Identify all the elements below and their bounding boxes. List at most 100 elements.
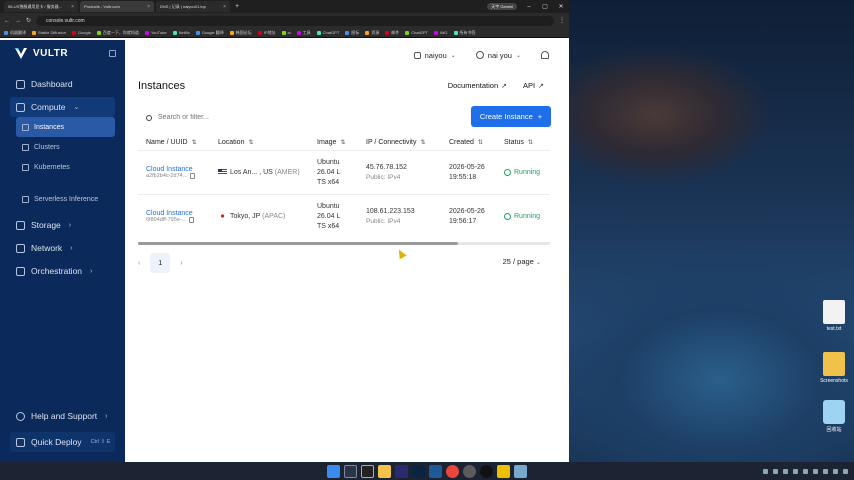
quick-deploy-label: Quick Deploy [31,437,82,447]
bookmark-item[interactable]: Stable Diffusion [32,30,66,35]
desktop-folder-icon[interactable]: Screenshots [814,352,854,384]
bookmark-item[interactable]: 百度一下，你就知道 [96,30,139,36]
sidebar-item-network[interactable]: Network › [10,238,115,258]
copy-icon[interactable] [189,217,195,223]
sidebar-item-dashboard[interactable]: Dashboard [10,74,115,94]
bookmark-item[interactable]: ai [281,30,291,35]
search-input[interactable] [158,114,358,121]
quick-deploy-button[interactable]: Quick Deploy Ctrl ⇧ E [10,432,115,452]
maximize-icon[interactable]: ▢ [537,3,553,10]
task-view-icon[interactable] [361,464,374,478]
sidebar-item-compute[interactable]: Compute ⌄ [10,97,115,117]
close-icon[interactable]: × [223,4,226,10]
close-window-icon[interactable]: ✕ [553,3,569,10]
bell-icon[interactable] [541,51,549,59]
profile-badge[interactable]: 天宇 Gemini [487,3,517,10]
search-taskbar-icon[interactable] [344,464,357,478]
tray-icon[interactable] [833,468,838,474]
browser-tab-active[interactable]: Products - Vultr.com × [80,1,154,12]
app-icon[interactable] [514,464,527,478]
bookmark-item[interactable]: Google 翻译 [195,30,224,36]
bookmark-item[interactable]: ChatGPT [316,30,339,35]
app-icon[interactable] [480,464,493,478]
close-icon[interactable]: × [71,4,74,10]
recycle-bin-icon[interactable]: 回收站 [814,400,854,433]
app-icon[interactable] [429,464,442,478]
tray-icon[interactable] [843,468,848,474]
location-name: Tokyo, JP [230,213,261,220]
sidebar-item-instances[interactable]: Instances [16,117,115,137]
new-tab-button[interactable]: + [232,3,242,10]
vultr-logo[interactable]: VULTR [0,40,125,67]
tray-icon[interactable] [793,468,798,474]
reload-icon[interactable]: ↻ [26,17,31,24]
bookmark-item[interactable]: 资源 [365,30,379,36]
next-page-icon[interactable]: › [180,260,182,267]
premiere-icon[interactable] [395,464,408,478]
column-header-status[interactable]: Status ⇅ [496,139,550,146]
scrollbar-thumb[interactable] [138,242,458,245]
bookmark-item[interactable]: 邮件 [385,30,399,36]
column-header-ip[interactable]: IP / Connectivity ⇅ [358,139,441,146]
api-link[interactable]: API ↗ [523,81,544,90]
sidebar-item-orchestration[interactable]: Orchestration › [10,261,115,281]
create-instance-button[interactable]: Create Instance + [471,106,551,127]
table-row[interactable]: Cloud Instance 6f804dff-795e-... Tokyo, J… [138,194,550,238]
page-size-select[interactable]: 25 / page ⌄ [503,257,541,266]
bookmark-item[interactable]: 工具 [296,30,311,36]
bookmark-item[interactable]: ChatGPT [405,30,428,35]
tray-icon[interactable] [823,468,828,474]
column-header-name[interactable]: Name / UUID ⇅ [138,139,210,146]
collapse-sidebar-icon[interactable] [109,50,116,57]
instance-name-link[interactable]: Cloud Instance [146,210,210,217]
sidebar-item-label: Instances [34,123,64,131]
bookmark-item[interactable]: 图标 [345,30,359,36]
column-header-created[interactable]: Created ⇅ [441,139,496,146]
page-number-button[interactable]: 1 [150,253,171,273]
bookmark-item[interactable]: Google [71,30,91,35]
start-menu-icon[interactable] [327,464,340,478]
browser-tab[interactable]: 58-US独服通用显卡 / 服务器... × [4,1,78,12]
tray-icon[interactable] [763,468,768,474]
back-icon[interactable]: ← [4,18,10,24]
file-explorer-icon[interactable] [378,464,391,478]
documentation-link[interactable]: Documentation ↗ [448,81,507,90]
desktop-file-icon[interactable]: test.txt [814,300,854,332]
app-icon[interactable] [463,464,476,478]
team-selector[interactable]: naiyou ⌄ [413,51,456,60]
column-header-location[interactable]: Location ⇅ [210,139,309,146]
user-menu[interactable]: nai you ⌄ [475,51,521,60]
sidebar-item-clusters[interactable]: Clusters [16,137,115,157]
app-icon[interactable] [497,464,510,478]
bookmark-item[interactable]: YouTube [144,30,167,35]
column-header-image[interactable]: Image ⇅ [309,139,358,146]
bookmark-item[interactable]: 机器翻译 [4,30,26,36]
chrome-icon[interactable] [446,464,459,478]
bookmark-item[interactable]: 所有书签 [453,30,476,36]
sidebar-item-kubernetes[interactable]: Kubernetes [16,157,115,177]
sidebar-item-storage[interactable]: Storage › [10,215,115,235]
table-row[interactable]: Cloud Instance a2fb2b4c-2d74... Los An...… [138,150,550,194]
tray-icon[interactable] [773,468,778,474]
close-icon[interactable]: × [147,4,150,10]
forward-icon[interactable]: → [15,18,21,24]
bookmark-item[interactable]: Netflix [172,30,190,35]
photoshop-icon[interactable] [412,464,425,478]
help-and-support-link[interactable]: Help and Support › [10,406,115,426]
instance-name-link[interactable]: Cloud Instance [146,166,210,173]
tray-icon[interactable] [783,468,788,474]
horizontal-scrollbar[interactable] [138,242,550,245]
sidebar-item-serverless-inference[interactable]: Serverless Inference [16,189,115,209]
prev-page-icon[interactable]: ‹ [138,260,140,267]
copy-icon[interactable] [190,173,196,179]
bookmark-item[interactable]: 韩国论坛 [229,30,252,36]
tray-icon[interactable] [813,468,818,474]
bookmark-item[interactable]: IMG [433,30,448,35]
bookmark-item[interactable]: IP地址 [257,30,276,36]
extensions-icon[interactable]: ⋮ [559,17,565,24]
browser-tab[interactable]: DNS | 记录 | naiyou01.top × [156,1,230,12]
api-label: API [523,81,536,90]
minimize-icon[interactable]: – [521,4,537,10]
tray-icon[interactable] [803,468,808,474]
url-input[interactable]: console.vultr.com [36,15,554,26]
